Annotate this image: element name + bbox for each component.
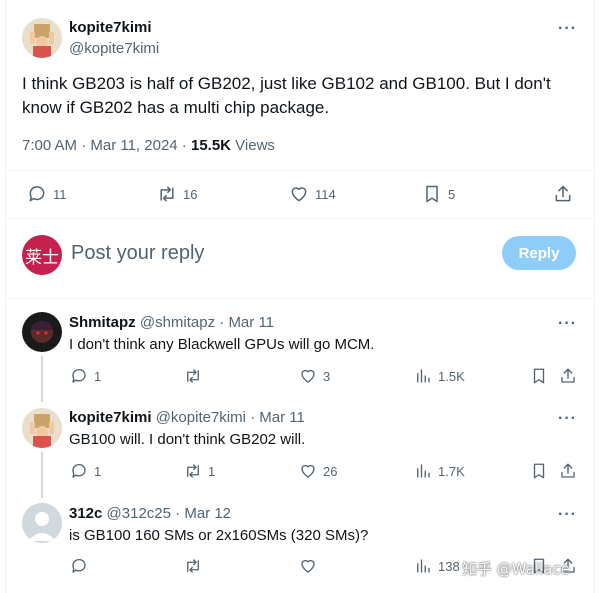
views-label: Views <box>231 137 275 154</box>
more-options-icon[interactable]: ··· <box>558 20 577 38</box>
views-action[interactable]: 1.7K <box>414 462 465 480</box>
tweet-meta: 7:00 AM · Mar 11, 2024 · 15.5K Views <box>22 137 275 154</box>
reply-author-name[interactable]: 312c <box>69 505 102 522</box>
reply-text: is GB100 160 SMs or 2x160SMs (320 SMs)? <box>69 527 369 544</box>
reply-icon <box>29 186 45 202</box>
reply-icon <box>72 368 86 383</box>
views-action[interactable]: 138 <box>414 557 460 575</box>
reply-date[interactable]: · Mar 11 <box>246 409 305 426</box>
analytics-icon <box>417 464 430 478</box>
like-action[interactable]: 3 <box>299 367 330 385</box>
reply-input[interactable]: Post your reply <box>71 242 204 265</box>
like-count: 114 <box>315 186 336 202</box>
bookmark-icon <box>533 368 545 384</box>
reply-avatar[interactable] <box>22 408 62 448</box>
like-action[interactable] <box>299 557 323 575</box>
thread-line <box>41 356 43 402</box>
views-count: 1.7K <box>438 463 465 479</box>
share-action[interactable] <box>553 184 573 204</box>
divider <box>6 298 594 299</box>
heart-icon <box>291 187 307 202</box>
views-action[interactable]: 1.5K <box>414 367 465 385</box>
retweet-action[interactable] <box>184 557 208 575</box>
divider <box>6 170 594 171</box>
share-action[interactable] <box>559 367 577 385</box>
retweet-icon <box>187 559 199 573</box>
author-handle[interactable]: @kopite7kimi <box>69 40 159 57</box>
reply-action[interactable]: 1 <box>70 462 101 480</box>
analytics-icon <box>417 369 430 383</box>
retweet-action[interactable]: 16 <box>157 184 197 204</box>
heart-icon <box>301 369 315 383</box>
share-action[interactable] <box>559 462 577 480</box>
reply-header: kopite7kimi @kopite7kimi · Mar 11 <box>69 409 305 426</box>
reply-icon <box>72 463 86 478</box>
views-count: 138 <box>438 558 460 574</box>
retweet-icon <box>160 186 174 202</box>
watermark: 知乎 @Wallace <box>462 560 570 578</box>
author-avatar[interactable] <box>22 18 62 58</box>
reply-icon <box>72 558 86 573</box>
more-options-icon[interactable]: ··· <box>558 315 577 333</box>
share-icon <box>561 463 575 478</box>
analytics-icon <box>417 559 430 573</box>
current-user-avatar[interactable]: 莱士 <box>22 235 62 275</box>
bookmark-action[interactable]: 5 <box>422 184 455 204</box>
reply-date[interactable]: · Mar 11 <box>215 314 274 331</box>
reply-count: 11 <box>53 186 67 202</box>
reply-author-handle[interactable]: @shmitapz <box>140 314 215 331</box>
reply-header: Shmitapz @shmitapz · Mar 11 <box>69 314 274 331</box>
more-options-icon[interactable]: ··· <box>558 506 577 524</box>
like-count: 3 <box>323 368 331 384</box>
reply-action[interactable]: 11 <box>27 184 67 204</box>
share-icon <box>561 368 575 383</box>
views-count: 1.5K <box>438 368 465 384</box>
tweet-timestamp[interactable]: 7:00 AM · Mar 11, 2024 · <box>22 137 191 154</box>
bookmark-count: 5 <box>448 186 456 202</box>
reply-author-name[interactable]: kopite7kimi <box>69 409 152 426</box>
retweet-action[interactable] <box>184 367 208 385</box>
reply-text: GB100 will. I don't think GB202 will. <box>69 431 306 448</box>
views-count: 15.5K <box>190 137 232 154</box>
tweet-text: I think GB203 is half of GB202, just lik… <box>22 74 551 117</box>
reply-header: 312c @312c25 · Mar 12 <box>69 505 231 522</box>
thread-line <box>41 452 43 498</box>
author-name[interactable]: kopite7kimi <box>69 19 152 36</box>
bookmark-action[interactable] <box>530 367 548 385</box>
reply-author-handle[interactable]: @kopite7kimi <box>156 409 246 426</box>
bookmark-action[interactable] <box>530 462 548 480</box>
reply-button[interactable]: Reply <box>502 236 576 270</box>
bookmark-icon <box>426 185 438 203</box>
reply-author-handle[interactable]: @312c25 <box>107 505 171 522</box>
reply-action[interactable] <box>70 557 94 575</box>
more-options-icon[interactable]: ··· <box>558 410 577 428</box>
reply-author-name[interactable]: Shmitapz <box>69 314 136 331</box>
reply-count: 1 <box>94 368 102 384</box>
reply-text: I don't think any Blackwell GPUs will go… <box>69 336 375 353</box>
retweet-icon <box>187 369 199 383</box>
retweet-action[interactable]: 1 <box>184 462 215 480</box>
divider <box>6 218 594 219</box>
retweet-count: 1 <box>208 463 216 479</box>
reply-avatar[interactable] <box>22 312 62 352</box>
retweet-count: 16 <box>183 186 198 202</box>
heart-icon <box>301 559 315 573</box>
reply-action[interactable]: 1 <box>70 367 101 385</box>
reply-date[interactable]: · Mar 12 <box>171 505 231 522</box>
bookmark-icon <box>533 463 545 479</box>
like-count: 26 <box>323 463 338 479</box>
like-action[interactable]: 114 <box>289 184 336 204</box>
retweet-icon <box>187 464 199 478</box>
reply-avatar[interactable] <box>22 503 62 543</box>
reply-count: 1 <box>94 463 102 479</box>
share-icon <box>555 185 571 202</box>
heart-icon <box>301 464 315 478</box>
like-action[interactable]: 26 <box>299 462 337 480</box>
